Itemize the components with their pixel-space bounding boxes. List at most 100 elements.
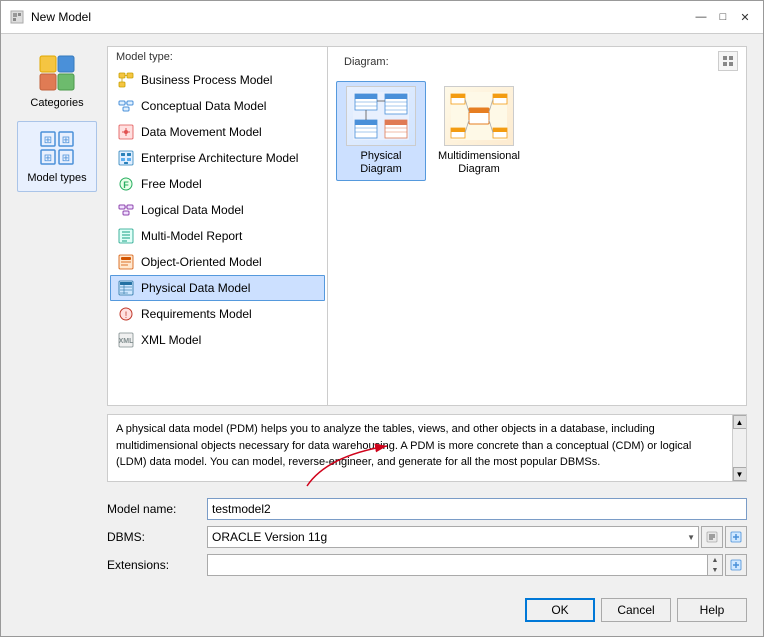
dmm-icon [117, 123, 135, 141]
title-bar: New Model — □ ✕ [1, 1, 763, 34]
bpm-label: Business Process Model [141, 73, 272, 87]
description-area: A physical data model (PDM) helps you to… [107, 414, 747, 482]
cdm-icon [117, 97, 135, 115]
req-label: Requirements Model [141, 307, 252, 321]
ea-label: Enterprise Architecture Model [141, 151, 298, 165]
ldm-icon [117, 201, 135, 219]
free-icon: F [117, 175, 135, 193]
extensions-add-button[interactable] [725, 554, 747, 576]
physical-diagram-label: Physical Diagram [341, 150, 421, 176]
title-bar-controls: — □ ✕ [691, 7, 755, 27]
extensions-label: Extensions: [107, 558, 207, 572]
pdm-icon [117, 279, 135, 297]
minimize-button[interactable]: — [691, 7, 711, 27]
model-list-item-dmm[interactable]: Data Movement Model [110, 119, 325, 145]
close-button[interactable]: ✕ [735, 7, 755, 27]
model-name-label: Model name: [107, 502, 207, 516]
description-text: A physical data model (PDM) helps you to… [116, 421, 738, 471]
model-list-item-mmr[interactable]: Multi-Model Report [110, 223, 325, 249]
dmm-label: Data Movement Model [141, 125, 262, 139]
desc-scroll-up-btn[interactable]: ▲ [733, 415, 747, 429]
pdm-label: Physical Data Model [141, 281, 250, 295]
oom-icon [117, 253, 135, 271]
dbms-label: DBMS: [107, 530, 207, 544]
multidim-diagram-thumb [444, 86, 514, 146]
new-model-dialog: New Model — □ ✕ [0, 0, 764, 637]
description-scrollbar: ▲ ▼ [732, 415, 746, 481]
dialog-body: Categories ⊞ ⊞ ⊞ ⊞ [1, 34, 763, 588]
dialog-footer: OK Cancel Help [1, 588, 763, 636]
sidebar: Categories ⊞ ⊞ ⊞ ⊞ [17, 46, 97, 576]
model-types-icon: ⊞ ⊞ ⊞ ⊞ [37, 128, 77, 168]
help-button[interactable]: Help [677, 598, 747, 622]
oom-label: Object-Oriented Model [141, 255, 262, 269]
dialog-icon [9, 9, 25, 25]
model-list: Business Process Model [108, 65, 327, 405]
svg-text:⊞: ⊞ [44, 135, 52, 146]
physical-diagram-thumb [346, 86, 416, 146]
dbms-row: DBMS: ORACLE Version 11g SQL Server 2019… [107, 526, 747, 548]
model-list-item-ea[interactable]: Enterprise Architecture Model [110, 145, 325, 171]
sidebar-item-categories[interactable]: Categories [17, 46, 97, 117]
categories-icon [37, 53, 77, 93]
dbms-add-button[interactable] [725, 526, 747, 548]
diagram-grid-button[interactable] [718, 51, 738, 71]
diagram-panel-label: Diagram: [336, 52, 397, 70]
ok-button[interactable]: OK [525, 598, 595, 622]
multidim-diagram-label: Multidimensional Diagram [438, 150, 520, 176]
model-list-item-free[interactable]: F Free Model [110, 171, 325, 197]
sidebar-item-model-types[interactable]: ⊞ ⊞ ⊞ ⊞ Model types [17, 121, 97, 192]
svg-text:⊞: ⊞ [62, 135, 70, 146]
extensions-input[interactable] [208, 556, 707, 574]
svg-text:⊞: ⊞ [44, 153, 52, 164]
xml-label: XML Model [141, 333, 201, 347]
diagram-item-physical[interactable]: Physical Diagram [336, 81, 426, 181]
categories-label: Categories [30, 97, 83, 110]
model-name-input[interactable] [207, 498, 747, 520]
bpm-icon [117, 71, 135, 89]
req-icon: ! [117, 305, 135, 323]
model-list-item-bpm[interactable]: Business Process Model [110, 67, 325, 93]
cancel-button[interactable]: Cancel [601, 598, 671, 622]
desc-scroll-down-btn[interactable]: ▼ [733, 467, 747, 481]
panels-container: Model type: [107, 46, 747, 576]
free-label: Free Model [141, 177, 202, 191]
diagram-item-multidim[interactable]: Multidimensional Diagram [434, 81, 524, 181]
ea-icon [117, 149, 135, 167]
model-type-label: Model type: [108, 47, 327, 65]
extensions-input-wrapper: ▲ ▼ [207, 554, 723, 576]
model-list-item-ldm[interactable]: Logical Data Model [110, 197, 325, 223]
svg-text:!: ! [125, 310, 128, 320]
maximize-button[interactable]: □ [713, 7, 733, 27]
svg-text:XML: XML [119, 338, 134, 345]
model-name-row: Model name: [107, 498, 747, 520]
svg-text:F: F [123, 180, 129, 190]
model-list-item-cdm[interactable]: Conceptual Data Model [110, 93, 325, 119]
ext-scroll-down-btn[interactable]: ▼ [708, 565, 722, 575]
svg-text:⊞: ⊞ [62, 153, 70, 164]
diagram-items: Physical Diagram [328, 73, 746, 405]
dialog-title: New Model [31, 10, 691, 24]
ldm-label: Logical Data Model [141, 203, 244, 217]
form-fields: Model name: DBMS: ORACLE Version 11g SQL… [107, 498, 747, 576]
model-types-label: Model types [27, 172, 86, 185]
cdm-label: Conceptual Data Model [141, 99, 266, 113]
model-list-item-pdm[interactable]: Physical Data Model [110, 275, 325, 301]
dbms-browse-button[interactable] [701, 526, 723, 548]
model-list-item-oom[interactable]: Object-Oriented Model [110, 249, 325, 275]
diagram-panel: Diagram: [328, 47, 746, 405]
extensions-row: Extensions: ▲ ▼ [107, 554, 747, 576]
extensions-scroll-btns: ▲ ▼ [707, 555, 722, 575]
mmr-icon [117, 227, 135, 245]
xml-icon: XML [117, 331, 135, 349]
mmr-label: Multi-Model Report [141, 229, 242, 243]
model-list-item-xml[interactable]: XML XML Model [110, 327, 325, 353]
model-list-item-req[interactable]: ! Requirements Model [110, 301, 325, 327]
diagram-header: Diagram: [328, 47, 746, 73]
main-content: Categories ⊞ ⊞ ⊞ ⊞ [17, 46, 747, 576]
ext-scroll-up-btn[interactable]: ▲ [708, 555, 722, 565]
dbms-select-wrapper: ORACLE Version 11g SQL Server 2019 MySQL… [207, 526, 699, 548]
dbms-select[interactable]: ORACLE Version 11g SQL Server 2019 MySQL… [207, 526, 699, 548]
top-panels: Model type: [107, 46, 747, 406]
model-type-panel: Model type: [108, 47, 328, 405]
